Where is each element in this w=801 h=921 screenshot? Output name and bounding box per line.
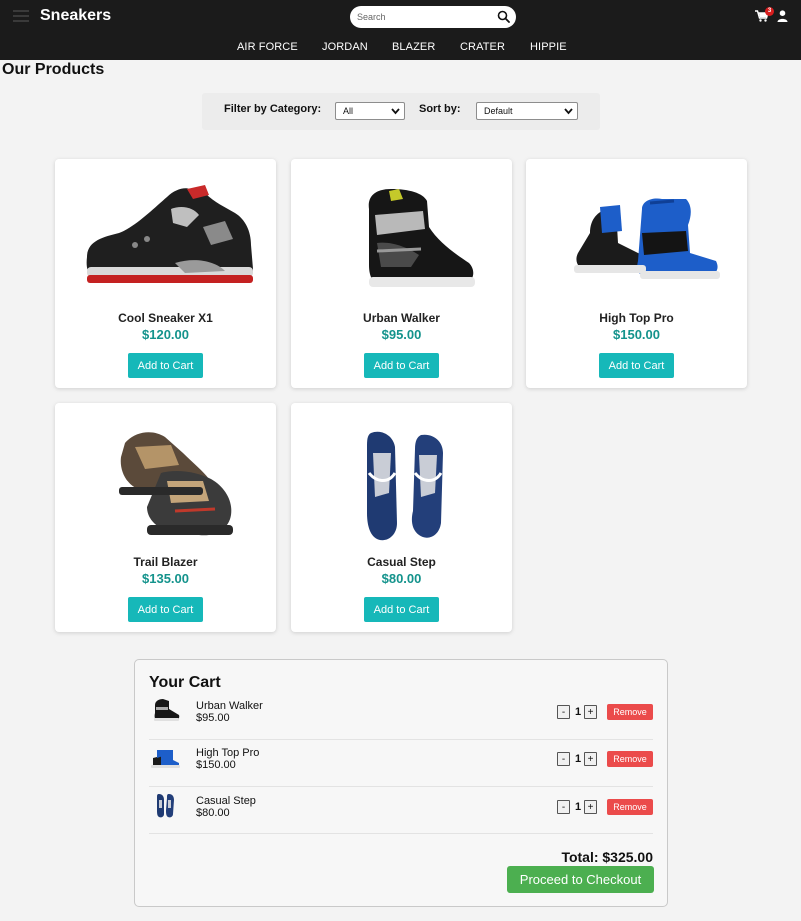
chevron-down-icon	[564, 108, 573, 115]
product-image	[119, 432, 233, 536]
menu-icon[interactable]	[13, 10, 29, 22]
search-icon[interactable]	[497, 10, 510, 23]
product-price: $150.00	[613, 327, 660, 342]
cart-item-name: High Top Pro	[196, 747, 260, 759]
remove-item-button[interactable]: Remove	[607, 751, 653, 767]
add-to-cart-button[interactable]: Add to Cart	[128, 353, 203, 378]
category-select[interactable]: All	[335, 102, 405, 120]
add-to-cart-button[interactable]: Add to Cart	[364, 353, 439, 378]
product-price: $120.00	[142, 327, 189, 342]
product-name: Urban Walker	[363, 311, 440, 325]
filter-bar: Filter by Category: All Sort by: Default	[202, 93, 600, 130]
add-to-cart-button[interactable]: Add to Cart	[128, 597, 203, 622]
nav-link-blazer[interactable]: BLAZER	[392, 41, 435, 53]
page-title: Our Products	[2, 61, 105, 78]
product-image	[574, 198, 720, 279]
cart-item-price: $150.00	[196, 759, 236, 771]
category-filter-label: Filter by Category:	[224, 103, 322, 115]
cart-panel: Your Cart Urban Walker $95.00 - 1 + Remo…	[134, 659, 668, 907]
chevron-down-icon	[391, 108, 400, 115]
decrease-quantity-button[interactable]: -	[557, 752, 570, 766]
sort-label: Sort by:	[419, 103, 461, 115]
cart-item: Casual Step $80.00 - 1 + Remove	[149, 788, 653, 835]
remove-item-button[interactable]: Remove	[607, 704, 653, 720]
increase-quantity-button[interactable]: +	[584, 752, 597, 766]
product-image	[368, 189, 475, 287]
product-name: Trail Blazer	[133, 555, 198, 569]
add-to-cart-button[interactable]: Add to Cart	[364, 597, 439, 622]
nav-link-hippie[interactable]: HIPPIE	[530, 41, 567, 53]
top-header: Sneakers 3 AIR FORCE JORDAN BLAZER CRATE…	[0, 0, 801, 60]
product-card: Casual Step $80.00 Add to Cart	[291, 403, 512, 632]
product-name: High Top Pro	[599, 311, 674, 325]
brand-logo[interactable]: Sneakers	[40, 7, 111, 25]
cart-item-image	[151, 750, 180, 768]
cart-title: Your Cart	[149, 674, 221, 691]
cart-item: Urban Walker $95.00 - 1 + Remove	[149, 693, 653, 740]
cart-total: Total: $325.00	[561, 849, 653, 865]
product-price: $95.00	[381, 327, 422, 342]
cart-item-price: $80.00	[196, 807, 230, 819]
increase-quantity-button[interactable]: +	[584, 800, 597, 814]
cart-item-quantity: 1	[574, 753, 582, 765]
product-card: Cool Sneaker X1 $120.00 Add to Cart	[55, 159, 276, 388]
cart-item-name: Casual Step	[196, 795, 256, 807]
cart-item-quantity: 1	[574, 706, 582, 718]
remove-item-button[interactable]: Remove	[607, 799, 653, 815]
product-price: $135.00	[142, 571, 189, 586]
nav-link-jordan[interactable]: JORDAN	[322, 41, 368, 53]
search-input[interactable]	[357, 9, 495, 25]
cart-count-badge: 3	[765, 7, 774, 16]
cart-item-image	[154, 699, 180, 721]
cart-item-name: Urban Walker	[196, 700, 263, 712]
increase-quantity-button[interactable]: +	[584, 705, 597, 719]
cart-item-quantity: 1	[574, 801, 582, 813]
nav-link-air-force[interactable]: AIR FORCE	[237, 41, 298, 53]
product-name: Casual Step	[367, 555, 436, 569]
proceed-to-checkout-button[interactable]: Proceed to Checkout	[507, 866, 654, 893]
category-nav: AIR FORCE JORDAN BLAZER CRATER HIPPIE	[0, 41, 801, 55]
product-image	[367, 431, 443, 541]
product-card: Urban Walker $95.00 Add to Cart	[291, 159, 512, 388]
search-box	[350, 6, 516, 28]
user-icon[interactable]	[777, 10, 788, 22]
category-select-value: All	[343, 106, 354, 116]
product-card: Trail Blazer $135.00 Add to Cart	[55, 403, 276, 632]
product-image	[86, 185, 253, 283]
cart-item-image	[157, 794, 174, 818]
add-to-cart-button[interactable]: Add to Cart	[599, 353, 674, 378]
product-name: Cool Sneaker X1	[118, 311, 213, 325]
nav-link-crater[interactable]: CRATER	[460, 41, 505, 53]
product-card: High Top Pro $150.00 Add to Cart	[526, 159, 747, 388]
sort-select-value: Default	[484, 106, 513, 116]
cart-item-price: $95.00	[196, 712, 230, 724]
cart-item: High Top Pro $150.00 - 1 + Remove	[149, 740, 653, 787]
decrease-quantity-button[interactable]: -	[557, 705, 570, 719]
product-price: $80.00	[381, 571, 422, 586]
decrease-quantity-button[interactable]: -	[557, 800, 570, 814]
sort-select[interactable]: Default	[476, 102, 578, 120]
